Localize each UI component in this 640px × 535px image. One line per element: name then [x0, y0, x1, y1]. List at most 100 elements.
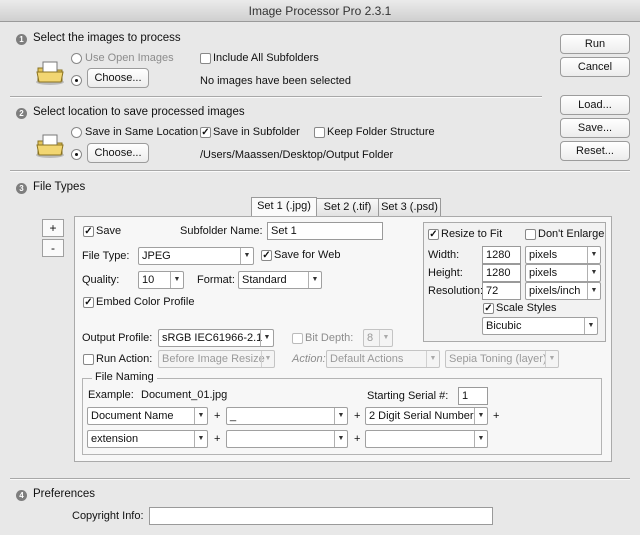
starting-serial-label: Starting Serial #:: [367, 390, 449, 402]
example-label: Example:: [88, 389, 134, 401]
run-action-label: Run Action:: [96, 353, 153, 365]
format-select[interactable]: Standard ▼: [238, 271, 322, 289]
naming-field-4-value: extension: [91, 433, 139, 445]
naming-field-3-value: 2 Digit Serial Number: [369, 410, 474, 422]
keep-folder-structure-label: Keep Folder Structure: [327, 126, 435, 138]
chevron-down-icon: ▼: [308, 272, 321, 288]
output-profile-select[interactable]: sRGB IEC61966-2.1 ▼: [158, 329, 274, 347]
save-for-web-checkbox[interactable]: ✓: [261, 250, 272, 261]
step-4-badge: 4: [16, 490, 27, 501]
bit-depth-value: 8: [367, 332, 374, 344]
save-settings-button[interactable]: Save...: [560, 118, 630, 138]
chevron-down-icon: ▼: [587, 247, 600, 263]
file-type-label: File Type:: [82, 250, 130, 262]
naming-field-2-value: _: [230, 410, 237, 422]
resolution-unit-select[interactable]: pixels/inch ▼: [525, 282, 601, 300]
save-for-web-label: Save for Web: [274, 249, 341, 261]
embed-color-profile-checkbox[interactable]: ✓: [83, 297, 94, 308]
action-name-value: Sepia Toning (layer): [449, 353, 547, 365]
scale-styles-checkbox[interactable]: ✓: [483, 303, 494, 314]
chevron-down-icon: ▼: [334, 408, 347, 424]
width-unit-value: pixels: [529, 249, 558, 261]
chevron-down-icon: ▼: [194, 431, 207, 447]
dont-enlarge-checkbox[interactable]: [525, 229, 536, 240]
use-open-images-label: Use Open Images: [85, 52, 174, 64]
naming-field-5[interactable]: ▼: [226, 430, 348, 448]
section-1-title: Select the images to process: [33, 32, 181, 44]
chevron-down-icon: ▼: [240, 248, 253, 264]
select-folder-radio[interactable]: [71, 75, 82, 86]
tab-set-1[interactable]: Set 1 (.jpg): [251, 197, 317, 217]
naming-field-1[interactable]: Document Name ▼: [87, 407, 208, 425]
step-3-badge: 3: [16, 183, 27, 194]
open-images-icon: [36, 61, 64, 85]
tab-set-3[interactable]: Set 3 (.psd): [378, 198, 441, 216]
cancel-button[interactable]: Cancel: [560, 57, 630, 77]
naming-field-1-value: Document Name: [91, 410, 174, 422]
include-subfolders-checkbox[interactable]: [200, 53, 211, 64]
embed-color-profile-label: Embed Color Profile: [96, 296, 195, 308]
chevron-down-icon: ▼: [426, 351, 439, 367]
save-in-subfolder-checkbox[interactable]: ✓: [200, 127, 211, 138]
file-type-select[interactable]: JPEG ▼: [138, 247, 254, 265]
load-button[interactable]: Load...: [560, 95, 630, 115]
height-unit-select[interactable]: pixels ▼: [525, 264, 601, 282]
window-title: Image Processor Pro 2.3.1: [248, 4, 392, 18]
tab-set-2[interactable]: Set 2 (.tif): [316, 198, 379, 216]
resolution-input[interactable]: 72: [482, 282, 521, 300]
action-name-select[interactable]: Sepia Toning (layer) ▼: [445, 350, 559, 368]
width-unit-select[interactable]: pixels ▼: [525, 246, 601, 264]
naming-field-3[interactable]: 2 Digit Serial Number ▼: [365, 407, 488, 425]
bit-depth-label: Bit Depth:: [305, 332, 354, 344]
remove-set-button[interactable]: -: [42, 239, 64, 257]
chevron-down-icon: ▼: [474, 408, 487, 424]
output-profile-label: Output Profile:: [82, 332, 153, 344]
plus-separator: +: [214, 433, 221, 445]
separator: [10, 170, 630, 172]
keep-folder-structure-checkbox[interactable]: [314, 127, 325, 138]
naming-field-6[interactable]: ▼: [365, 430, 488, 448]
add-set-button[interactable]: +: [42, 219, 64, 237]
quality-value: 10: [142, 274, 155, 286]
select-output-folder-radio[interactable]: [71, 149, 82, 160]
chevron-down-icon: ▼: [261, 351, 274, 367]
quality-select[interactable]: 10 ▼: [138, 271, 184, 289]
height-input[interactable]: 1280: [482, 264, 521, 282]
choose-source-button[interactable]: Choose...: [87, 68, 149, 88]
include-subfolders-label: Include All Subfolders: [213, 52, 319, 64]
resize-to-fit-checkbox[interactable]: ✓: [428, 229, 439, 240]
height-label: Height:: [428, 267, 463, 279]
save-set-checkbox[interactable]: ✓: [83, 226, 94, 237]
run-action-checkbox[interactable]: [83, 354, 94, 365]
chevron-down-icon: ▼: [474, 431, 487, 447]
section-3-title: File Types: [33, 181, 86, 193]
format-label: Format:: [197, 274, 235, 286]
chevron-down-icon: ▼: [194, 408, 207, 424]
plus-separator: +: [354, 433, 361, 445]
starting-serial-input[interactable]: 1: [458, 387, 488, 405]
reset-button[interactable]: Reset...: [560, 141, 630, 161]
save-same-location-radio[interactable]: [71, 127, 82, 138]
naming-field-2[interactable]: _ ▼: [226, 407, 348, 425]
plus-separator: +: [493, 410, 500, 422]
example-filename: Document_01.jpg: [141, 389, 228, 401]
copyright-label: Copyright Info:: [72, 510, 144, 522]
bit-depth-select[interactable]: 8 ▼: [363, 329, 393, 347]
use-open-images-radio[interactable]: [71, 53, 82, 64]
choose-output-button[interactable]: Choose...: [87, 143, 149, 163]
naming-field-4[interactable]: extension ▼: [87, 430, 208, 448]
chevron-down-icon: ▼: [260, 330, 273, 346]
action-timing-select[interactable]: Before Image Resize ▼: [158, 350, 275, 368]
interpolation-select[interactable]: Bicubic ▼: [482, 317, 598, 335]
width-input[interactable]: 1280: [482, 246, 521, 264]
action-set-select[interactable]: Default Actions ▼: [326, 350, 440, 368]
copyright-input[interactable]: [149, 507, 493, 525]
chevron-down-icon: ▼: [334, 431, 347, 447]
format-value: Standard: [242, 274, 287, 286]
section-4-title: Preferences: [33, 488, 96, 500]
run-button[interactable]: Run: [560, 34, 630, 54]
step-1-badge: 1: [16, 34, 27, 45]
subfolder-name-input[interactable]: Set 1: [267, 222, 383, 240]
bit-depth-checkbox[interactable]: [292, 333, 303, 344]
chevron-down-icon: ▼: [584, 318, 597, 334]
